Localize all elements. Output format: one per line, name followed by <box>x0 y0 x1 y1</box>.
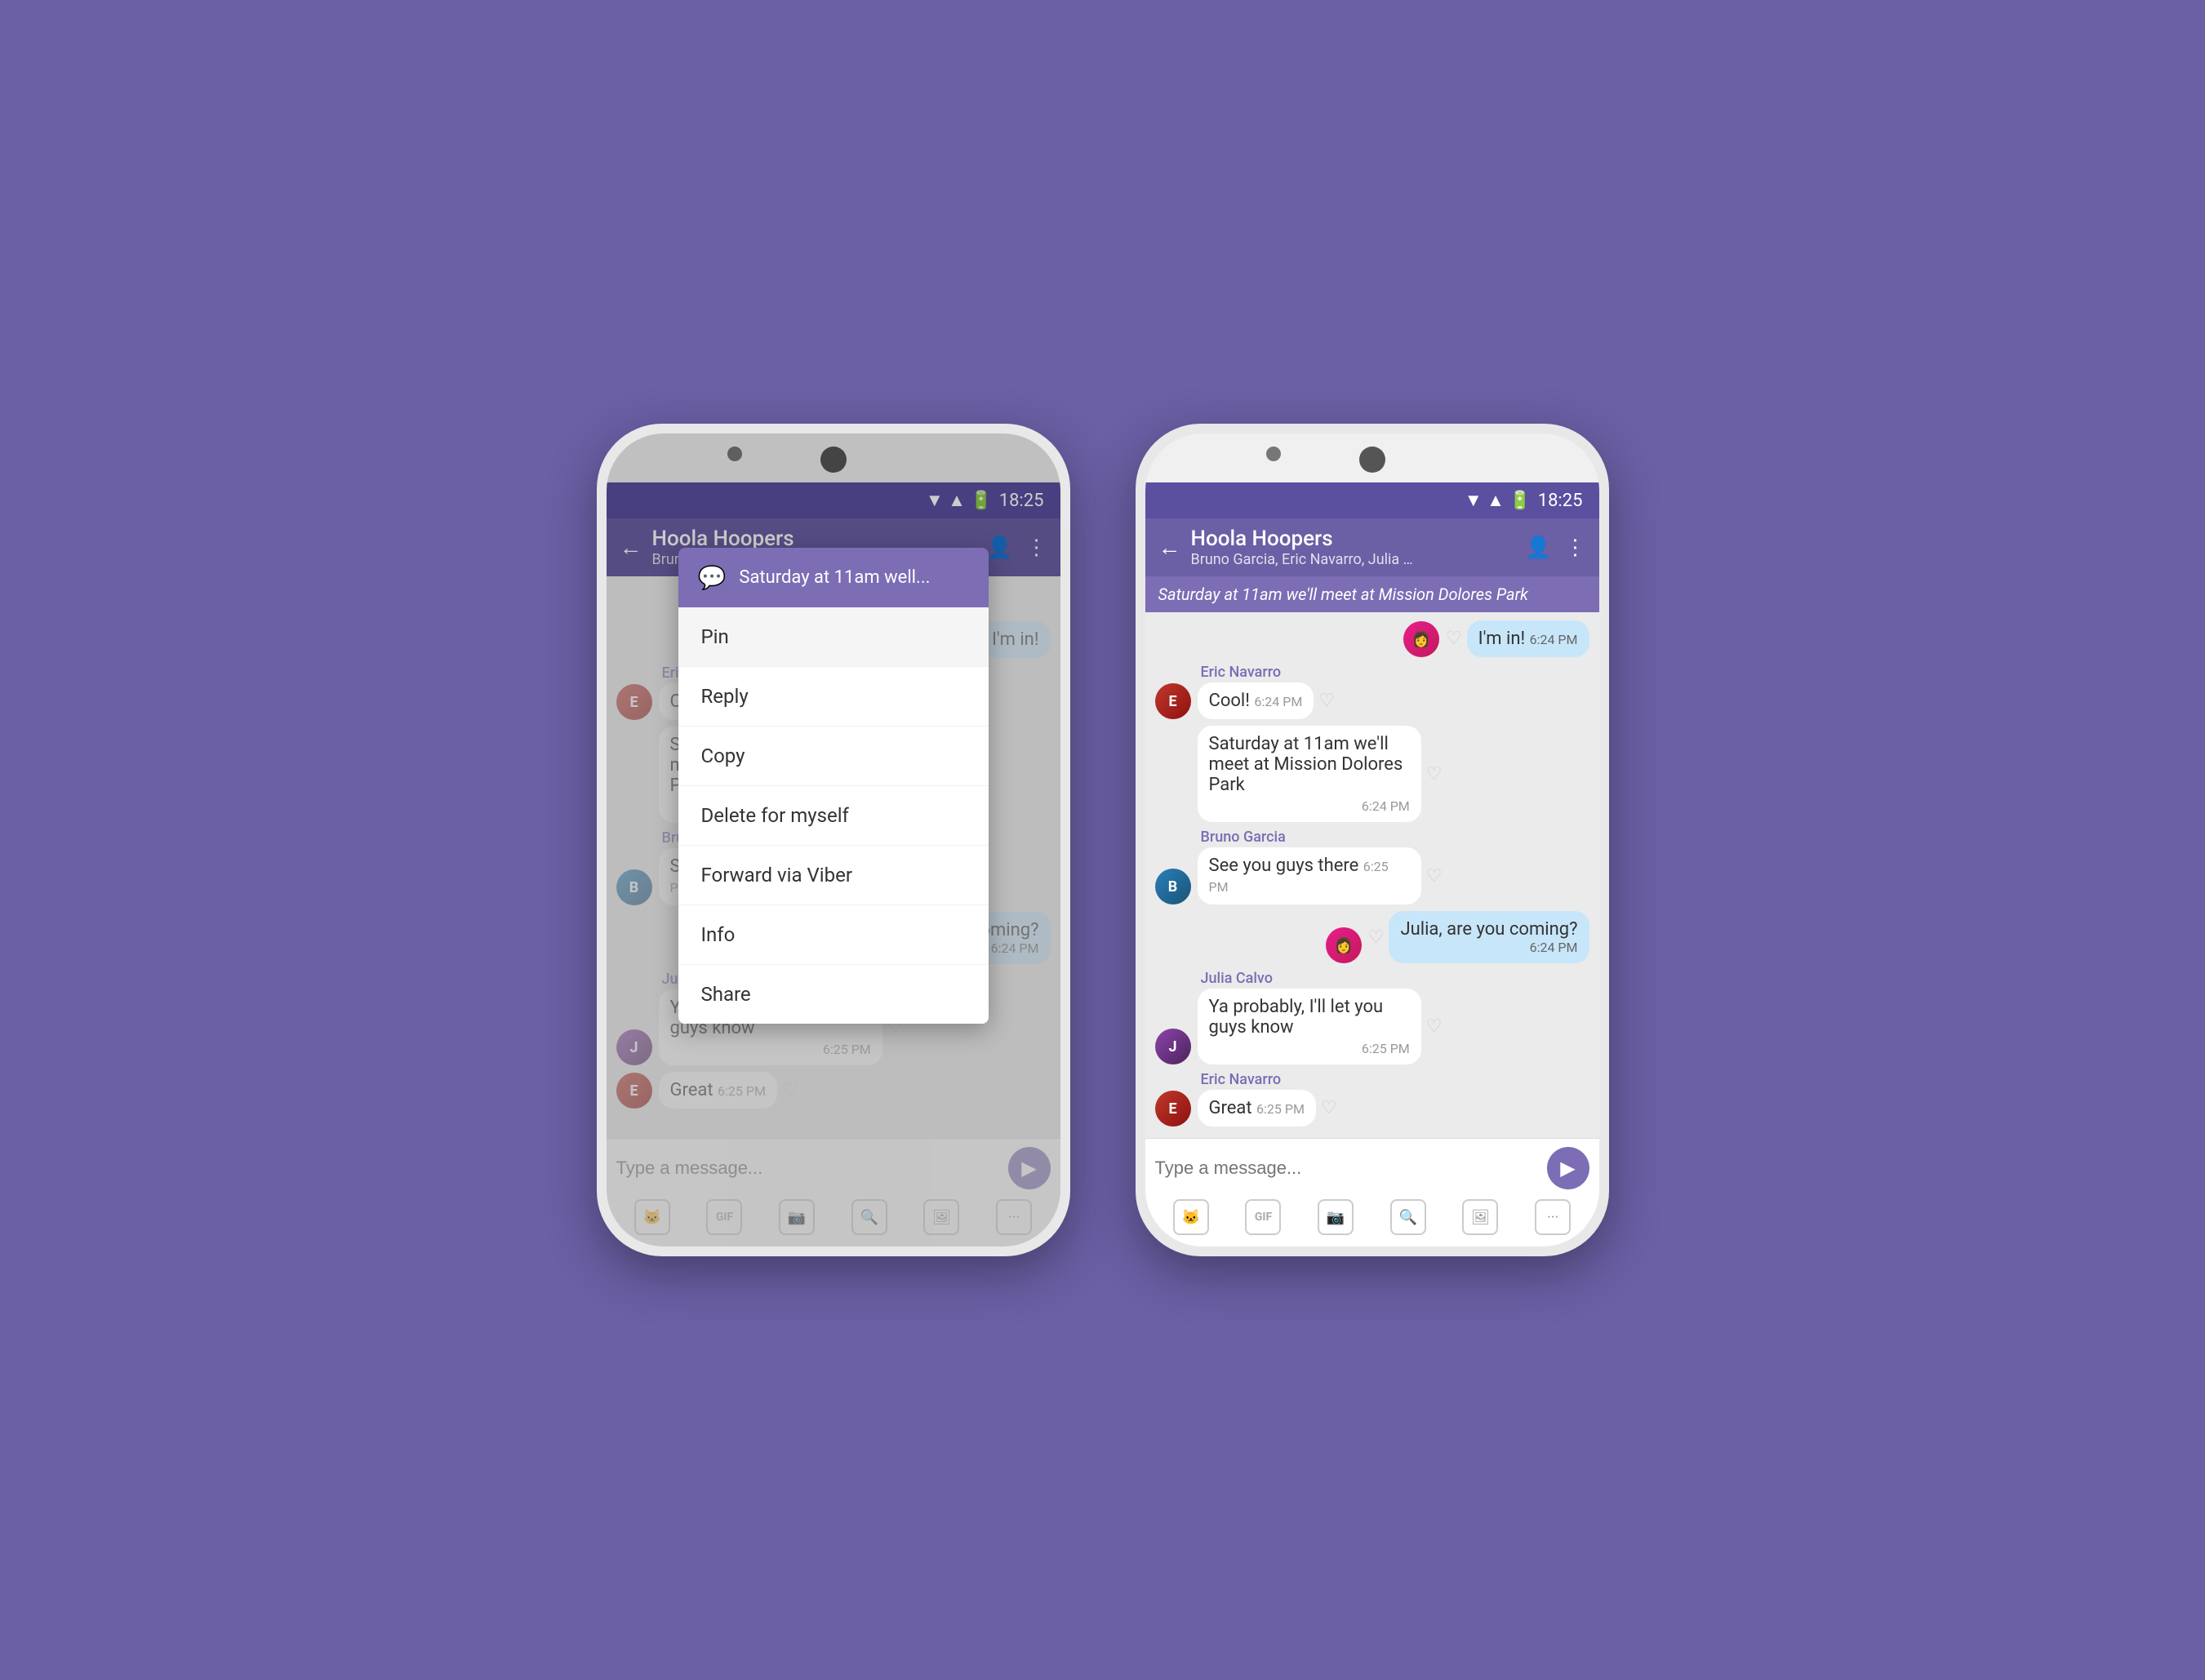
right-camera-btn[interactable]: 📷 <box>1318 1199 1354 1235</box>
right-bubble-julia: Ya probably, I'll let you guys know 6:25… <box>1198 989 1421 1064</box>
left-context-share[interactable]: Share <box>678 965 989 1024</box>
right-avatar-bruno: B <box>1155 869 1191 904</box>
left-context-overlay: 💬 Saturday at 11am well... Pin Reply Cop… <box>607 433 1060 1247</box>
right-status-time: 18:25 <box>1538 491 1583 511</box>
right-message-input[interactable] <box>1155 1158 1540 1179</box>
left-context-body: Pin Reply Copy Delete for myself Forward… <box>678 607 989 1024</box>
right-heart-4[interactable]: ♡ <box>1426 866 1443 887</box>
right-add-contact-icon[interactable]: 👤 <box>1525 536 1551 560</box>
right-msg-bruno: B Bruno Garcia See you guys there 6:25 P… <box>1155 829 1589 904</box>
right-gif-btn[interactable]: GIF <box>1245 1199 1281 1235</box>
right-emoji-btn[interactable]: 🐱 <box>1173 1199 1209 1235</box>
right-msg-imin: ♡ I'm in! 6:24 PM 👩 <box>1155 620 1589 657</box>
right-heart-2[interactable]: ♡ <box>1318 691 1335 711</box>
right-avatar-eric1: E <box>1155 683 1191 719</box>
right-avatar-self: 👩 <box>1403 621 1439 657</box>
right-bubble-bruno: See you guys there 6:25 PM <box>1198 847 1421 904</box>
right-phone: ▼ ▲ 🔋 18:25 ← Hoola Hoopers Bruno Garcia… <box>1136 424 1609 1256</box>
right-send-button[interactable]: ▶ <box>1547 1147 1589 1189</box>
right-status-icons: ▼ ▲ 🔋 <box>1465 490 1531 511</box>
right-sender-eric1: Eric Navarro <box>1198 664 1336 681</box>
left-context-header: 💬 Saturday at 11am well... <box>678 548 989 607</box>
right-menu-icon[interactable]: ⋮ <box>1565 536 1586 560</box>
right-msg-julia: J Julia Calvo Ya probably, I'll let you … <box>1155 970 1589 1064</box>
right-search-btn[interactable]: 🔍 <box>1390 1199 1426 1235</box>
left-context-copy[interactable]: Copy <box>678 727 989 786</box>
left-phone: ▼ ▲ 🔋 18:25 ← Hoola Hoopers Bruno Garcia… <box>597 424 1070 1256</box>
right-msg-julia-q: ♡ Julia, are you coming? 6:24 PM 👩 <box>1155 911 1589 963</box>
right-bubble-julia-q: Julia, are you coming? 6:24 PM <box>1389 911 1589 963</box>
right-header-info: Hoola Hoopers Bruno Garcia, Eric Navarro… <box>1191 527 1516 568</box>
right-header-actions: 👤 ⋮ <box>1525 536 1585 560</box>
right-chat-subtitle: Bruno Garcia, Eric Navarro, Julia Calvo … <box>1191 551 1420 568</box>
right-bubble-cool: Cool! 6:24 PM <box>1198 682 1314 719</box>
left-context-forward[interactable]: Forward via Viber <box>678 846 989 905</box>
right-msg-great: E Eric Navarro Great 6:25 PM ♡ <box>1155 1071 1589 1127</box>
right-app-header: ← Hoola Hoopers Bruno Garcia, Eric Navar… <box>1145 518 1599 576</box>
right-heart-5[interactable]: ♡ <box>1368 927 1385 948</box>
right-heart-7[interactable]: ♡ <box>1321 1098 1337 1118</box>
right-sender-julia: Julia Calvo <box>1198 970 1443 987</box>
right-chat-area: ♡ I'm in! 6:24 PM 👩 E Eric Navarro <box>1145 612 1599 1138</box>
right-bubble-imin: I'm in! 6:24 PM <box>1467 620 1589 657</box>
right-avatar-julia: J <box>1155 1029 1191 1064</box>
right-back-button[interactable]: ← <box>1158 534 1181 561</box>
left-context-menu: 💬 Saturday at 11am well... Pin Reply Cop… <box>678 548 989 1024</box>
right-heart-1[interactable]: ♡ <box>1446 629 1462 649</box>
right-input-area: ▶ 🐱 GIF 📷 🔍 🖼 ··· <box>1145 1138 1599 1247</box>
right-sender-eric2: Eric Navarro <box>1198 1071 1337 1088</box>
right-heart-3[interactable]: ♡ <box>1426 764 1443 784</box>
left-context-delete[interactable]: Delete for myself <box>678 786 989 846</box>
right-heart-6[interactable]: ♡ <box>1426 1016 1443 1037</box>
right-image-btn[interactable]: 🖼 <box>1462 1199 1498 1235</box>
right-msg-cool: E Eric Navarro Cool! 6:24 PM ♡ <box>1155 664 1589 719</box>
left-context-header-text: Saturday at 11am well... <box>739 567 930 588</box>
right-avatar-self2: 👩 <box>1326 927 1362 963</box>
right-pinned-banner: Saturday at 11am we'll meet at Mission D… <box>1145 576 1599 612</box>
right-chat-title: Hoola Hoopers <box>1191 527 1516 551</box>
right-msg-saturday: Saturday at 11am we'll meet at Mission D… <box>1198 726 1589 822</box>
right-sender-bruno: Bruno Garcia <box>1198 829 1443 846</box>
right-avatar-eric2: E <box>1155 1091 1191 1127</box>
right-more-btn[interactable]: ··· <box>1535 1199 1571 1235</box>
left-context-chat-icon: 💬 <box>698 564 727 591</box>
right-bubble-saturday: Saturday at 11am we'll meet at Mission D… <box>1198 726 1421 822</box>
right-status-bar: ▼ ▲ 🔋 18:25 <box>1145 482 1599 518</box>
left-context-info[interactable]: Info <box>678 905 989 965</box>
left-context-reply[interactable]: Reply <box>678 667 989 727</box>
right-bubble-great: Great 6:25 PM <box>1198 1090 1316 1127</box>
left-context-pin[interactable]: Pin <box>678 607 989 667</box>
